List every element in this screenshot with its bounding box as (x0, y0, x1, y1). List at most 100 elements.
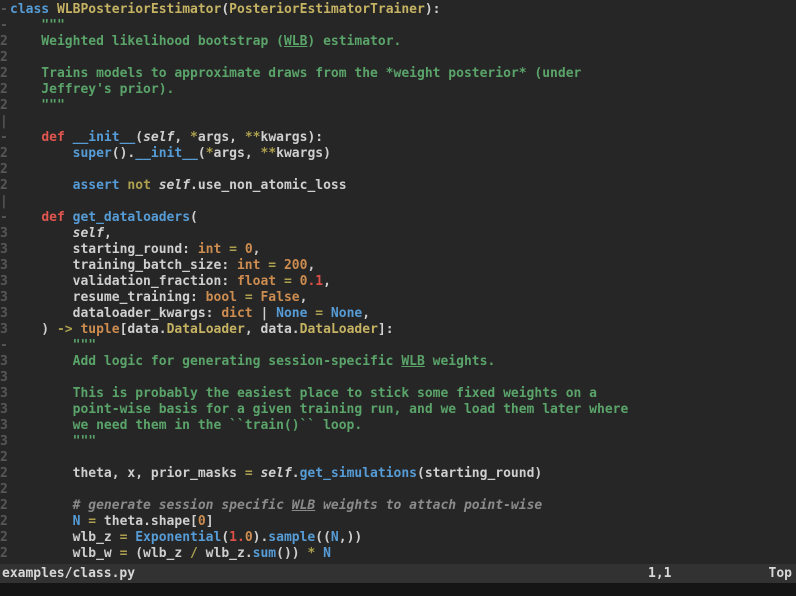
code-text: """ (10, 98, 65, 114)
code-line[interactable]: 2 """ (0, 98, 796, 114)
fold-gutter: - (0, 130, 10, 146)
code-line[interactable]: 3 point-wise basis for a given training … (0, 402, 796, 418)
code-text: ) -> tuple[data.DataLoader, data.DataLoa… (10, 322, 394, 338)
code-line[interactable]: - def get_dataloaders( (0, 210, 796, 226)
code-text: assert not self.use_non_atomic_loss (10, 178, 347, 194)
fold-gutter: 3 (0, 226, 10, 242)
code-line[interactable]: - """ (0, 18, 796, 34)
code-line[interactable]: 2 Weighted likelihood bootstrap (WLB) es… (0, 34, 796, 50)
code-line[interactable]: 3 ) -> tuple[data.DataLoader, data.DataL… (0, 322, 796, 338)
code-line[interactable]: 3 self, (0, 226, 796, 242)
fold-gutter: 2 (0, 466, 10, 482)
fold-gutter: 3 (0, 306, 10, 322)
code-text: Trains models to approximate draws from … (10, 66, 581, 82)
code-text: def __init__(self, *args, **kwargs): (10, 130, 323, 146)
code-line[interactable]: 2 (0, 450, 796, 466)
fold-gutter: 3 (0, 258, 10, 274)
fold-gutter: - (0, 210, 10, 226)
fold-gutter: 2 (0, 82, 10, 98)
code-text: super().__init__(*args, **kwargs) (10, 146, 331, 162)
fold-gutter: 2 (0, 514, 10, 530)
command-line (0, 583, 796, 596)
fold-gutter: 3 (0, 386, 10, 402)
code-line[interactable]: 2 Jeffrey's prior). (0, 82, 796, 98)
code-line[interactable]: 3 training_batch_size: int = 200, (0, 258, 796, 274)
code-line[interactable]: 3 we need them in the ``train()`` loop. (0, 418, 796, 434)
code-text: N = theta.shape[0] (10, 514, 214, 530)
code-line[interactable]: 3 dataloader_kwargs: dict | None = None, (0, 306, 796, 322)
code-text: """ (10, 338, 96, 354)
fold-gutter: 2 (0, 98, 10, 114)
code-text: class WLBPosteriorEstimator(PosteriorEst… (10, 2, 441, 18)
code-line[interactable]: | (0, 114, 796, 130)
code-line[interactable]: | (0, 194, 796, 210)
fold-gutter: 3 (0, 402, 10, 418)
code-line[interactable]: 3 starting_round: int = 0, (0, 242, 796, 258)
fold-gutter: 2 (0, 450, 10, 466)
fold-gutter: 3 (0, 290, 10, 306)
code-text: dataloader_kwargs: dict | None = None, (10, 306, 370, 322)
fold-gutter: 2 (0, 178, 10, 194)
fold-gutter: 2 (0, 498, 10, 514)
code-line[interactable]: 2 assert not self.use_non_atomic_loss (0, 178, 796, 194)
fold-gutter: 2 (0, 50, 10, 66)
code-line[interactable]: 2 wlb_w = (wlb_z / wlb_z.sum()) * N (0, 546, 796, 562)
vim-editor-window: -class WLBPosteriorEstimator(PosteriorEs… (0, 0, 796, 596)
status-filename: examples/class.py (2, 564, 135, 583)
fold-gutter: - (0, 2, 10, 18)
code-line[interactable]: 3 Add logic for generating session-speci… (0, 354, 796, 370)
editor-area[interactable]: -class WLBPosteriorEstimator(PosteriorEs… (0, 0, 796, 564)
fold-gutter: 2 (0, 482, 10, 498)
code-text: Weighted likelihood bootstrap (WLB) esti… (10, 34, 401, 50)
code-text: """ (10, 18, 65, 34)
code-line[interactable]: 2 Trains models to approximate draws fro… (0, 66, 796, 82)
scroll-position: Top (769, 564, 792, 583)
code-text: """ (10, 434, 96, 450)
fold-gutter: 2 (0, 162, 10, 178)
code-line[interactable]: 2 super().__init__(*args, **kwargs) (0, 146, 796, 162)
code-text: resume_training: bool = False, (10, 290, 307, 306)
code-text: This is probably the easiest place to st… (10, 386, 597, 402)
code-text: training_batch_size: int = 200, (10, 258, 315, 274)
code-line[interactable]: 2 N = theta.shape[0] (0, 514, 796, 530)
fold-gutter: 3 (0, 370, 10, 386)
code-line[interactable]: - """ (0, 338, 796, 354)
code-text: wlb_w = (wlb_z / wlb_z.sum()) * N (10, 546, 331, 562)
code-line[interactable]: -class WLBPosteriorEstimator(PosteriorEs… (0, 2, 796, 18)
fold-gutter: 3 (0, 354, 10, 370)
fold-gutter: 2 (0, 66, 10, 82)
fold-gutter: 2 (0, 146, 10, 162)
code-text: # generate session specific WLB weights … (10, 498, 542, 514)
code-text: Jeffrey's prior). (10, 82, 174, 98)
code-text: theta, x, prior_masks = self.get_simulat… (10, 466, 542, 482)
code-text: def get_dataloaders( (10, 210, 198, 226)
code-line[interactable]: 3 validation_fraction: float = 0.1, (0, 274, 796, 290)
code-text: point-wise basis for a given training ru… (10, 402, 628, 418)
code-line[interactable]: 2 wlb_z = Exponential(1.0).sample((N,)) (0, 530, 796, 546)
fold-gutter: 3 (0, 434, 10, 450)
code-line[interactable]: 2 (0, 162, 796, 178)
code-line[interactable]: 2 (0, 482, 796, 498)
code-text: starting_round: int = 0, (10, 242, 260, 258)
code-text: Add logic for generating session-specifi… (10, 354, 495, 370)
code-line[interactable]: 3 This is probably the easiest place to … (0, 386, 796, 402)
code-line[interactable]: 2 theta, x, prior_masks = self.get_simul… (0, 466, 796, 482)
code-text: validation_fraction: float = 0.1, (10, 274, 331, 290)
fold-gutter: - (0, 338, 10, 354)
code-text: self, (10, 226, 112, 242)
code-line[interactable]: 3 """ (0, 434, 796, 450)
fold-gutter: - (0, 18, 10, 34)
status-bar: examples/class.py 1,1 Top (0, 564, 796, 583)
code-line[interactable]: 2 (0, 50, 796, 66)
code-line[interactable]: - def __init__(self, *args, **kwargs): (0, 130, 796, 146)
code-line[interactable]: 3 resume_training: bool = False, (0, 290, 796, 306)
fold-gutter: 2 (0, 34, 10, 50)
code-line[interactable]: 2 # generate session specific WLB weight… (0, 498, 796, 514)
fold-gutter: 3 (0, 322, 10, 338)
fold-gutter: 3 (0, 274, 10, 290)
fold-gutter: 3 (0, 242, 10, 258)
fold-gutter: 3 (0, 418, 10, 434)
fold-gutter: 2 (0, 530, 10, 546)
code-line[interactable]: 3 (0, 370, 796, 386)
code-text: we need them in the ``train()`` loop. (10, 418, 362, 434)
